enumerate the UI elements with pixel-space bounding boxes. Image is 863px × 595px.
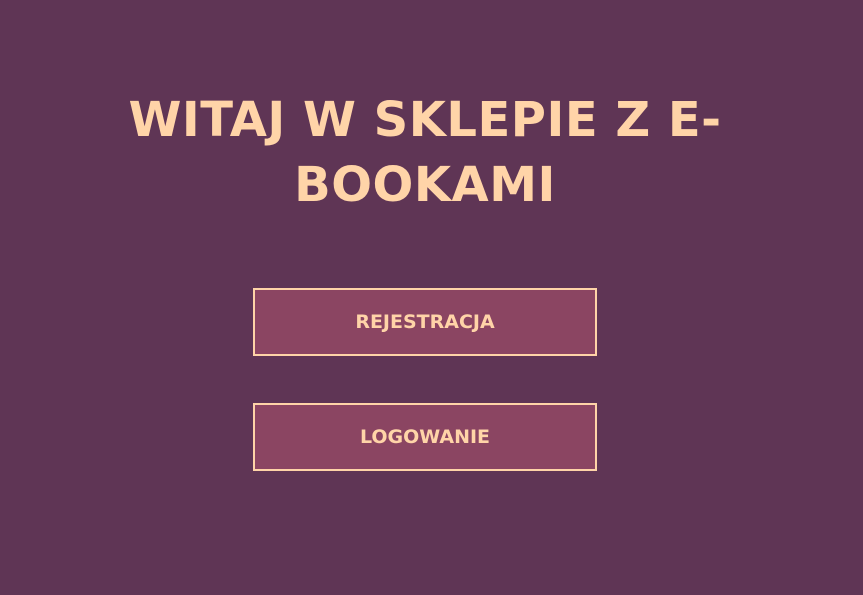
register-button[interactable]: REJESTRACJA (253, 288, 597, 356)
page-title: WITAJ W SKLEPIE Z E- BOOKAMI (128, 92, 722, 213)
login-button[interactable]: LOGOWANIE (253, 403, 597, 471)
